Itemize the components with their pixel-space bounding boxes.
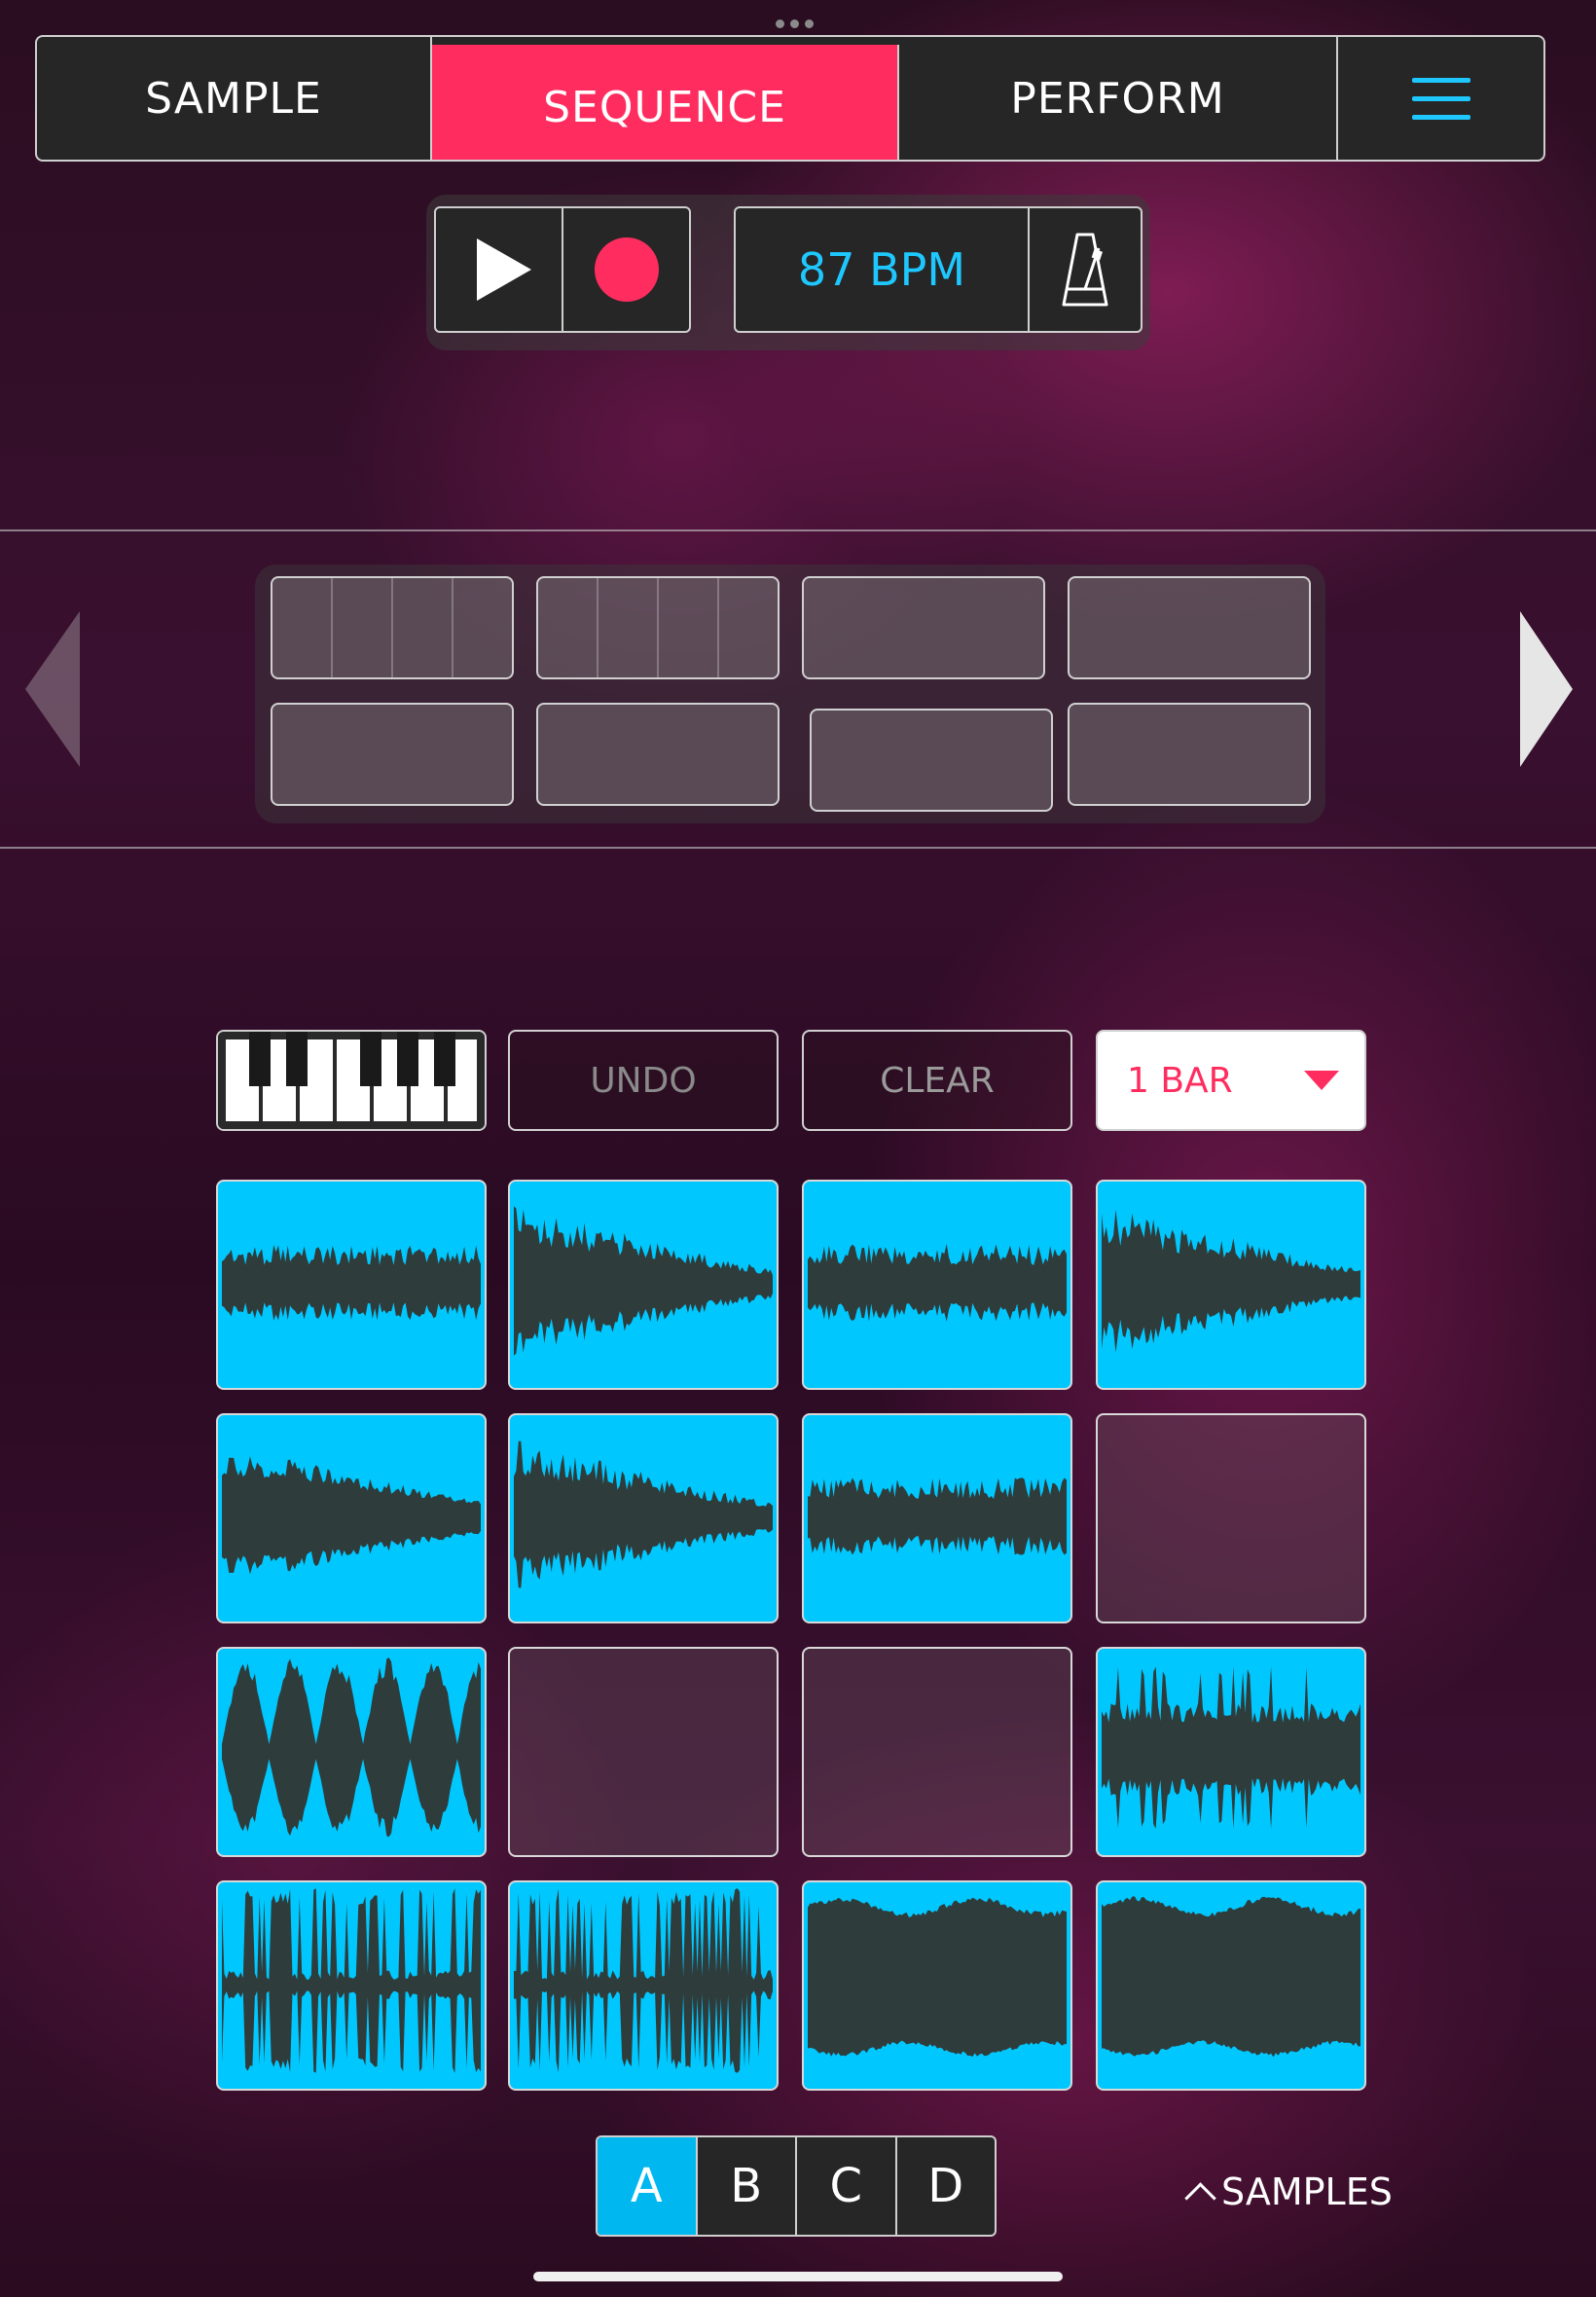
tab-sample[interactable]: SAMPLE: [37, 37, 432, 160]
pattern-slot-4[interactable]: [1068, 576, 1311, 679]
pad-4[interactable]: [1096, 1180, 1366, 1390]
tempo-controls: 87 BPM: [734, 206, 1143, 333]
pad-12[interactable]: [1096, 1647, 1366, 1857]
pad-3[interactable]: [802, 1180, 1072, 1390]
waveform-icon: [222, 1888, 481, 2073]
pattern-slot-5[interactable]: [271, 703, 514, 806]
clear-button[interactable]: CLEAR: [802, 1030, 1072, 1131]
tab-sequence[interactable]: SEQUENCE: [432, 45, 899, 160]
metronome-icon: [1062, 233, 1108, 307]
tab-perform[interactable]: PERFORM: [899, 37, 1338, 160]
bar-length-label: 1 BAR: [1127, 1060, 1233, 1101]
pad-10[interactable]: [508, 1647, 779, 1857]
waveform-icon: [514, 1206, 773, 1356]
hamburger-menu-icon[interactable]: [1338, 37, 1543, 160]
waveform-icon: [1102, 1209, 1360, 1353]
pattern-slot-7[interactable]: [810, 709, 1053, 812]
pad-15[interactable]: [802, 1880, 1072, 2091]
waveform-icon: [808, 1477, 1067, 1555]
bank-b-button[interactable]: B: [695, 2137, 796, 2235]
top-nav: SAMPLE SEQUENCE PERFORM: [35, 35, 1545, 162]
arrow-right-icon[interactable]: [1520, 611, 1573, 767]
pad-6[interactable]: [508, 1413, 779, 1623]
pad-11[interactable]: [802, 1647, 1072, 1857]
divider-bottom: [0, 847, 1596, 849]
pattern-slot-1[interactable]: [271, 576, 514, 679]
pattern-slot-2[interactable]: [536, 576, 780, 679]
waveform-icon: [808, 1897, 1067, 2058]
home-indicator[interactable]: [533, 2272, 1063, 2281]
pattern-slot-6[interactable]: [536, 703, 780, 806]
bar-length-dropdown[interactable]: 1 BAR: [1096, 1030, 1366, 1131]
record-icon: [594, 237, 659, 302]
bank-c-button[interactable]: C: [795, 2137, 895, 2235]
pad-2[interactable]: [508, 1180, 779, 1390]
piano-keyboard-button[interactable]: [216, 1030, 487, 1131]
window-grabber[interactable]: [776, 19, 820, 29]
divider-top: [0, 529, 1596, 531]
piano-keyboard-icon: [218, 1032, 485, 1129]
waveform-icon: [514, 1440, 773, 1588]
play-button[interactable]: [436, 208, 562, 331]
bank-a-button[interactable]: A: [598, 2137, 696, 2235]
triangle-down-icon: [1304, 1071, 1339, 1090]
chevron-up-icon: [1184, 2181, 1216, 2214]
undo-button[interactable]: UNDO: [508, 1030, 779, 1131]
pattern-slot-3[interactable]: [802, 576, 1045, 679]
pad-8[interactable]: [1096, 1413, 1366, 1623]
transport-controls: [434, 206, 691, 333]
metronome-button[interactable]: [1030, 208, 1141, 331]
pad-1[interactable]: [216, 1180, 487, 1390]
waveform-icon: [222, 1456, 481, 1575]
pad-9[interactable]: [216, 1647, 487, 1857]
pad-7[interactable]: [802, 1413, 1072, 1623]
samples-toggle-button[interactable]: SAMPLES: [1184, 2163, 1393, 2221]
waveform-icon: [514, 1888, 773, 2073]
play-icon: [476, 238, 531, 301]
pattern-slot-8[interactable]: [1068, 703, 1311, 806]
waveform-icon: [222, 1245, 481, 1321]
waveform-icon: [1102, 1665, 1360, 1830]
pad-16[interactable]: [1096, 1880, 1366, 2091]
waveform-icon: [1102, 1896, 1360, 2058]
bank-d-button[interactable]: D: [894, 2137, 996, 2235]
waveform-icon: [808, 1244, 1067, 1322]
pad-5[interactable]: [216, 1413, 487, 1623]
bpm-button[interactable]: 87 BPM: [736, 208, 1030, 331]
bank-selector: A B C D: [596, 2135, 997, 2237]
pad-13[interactable]: [216, 1880, 487, 2091]
pad-14[interactable]: [508, 1880, 779, 2091]
waveform-icon: [222, 1658, 481, 1838]
arrow-left-icon[interactable]: [25, 611, 80, 767]
record-button[interactable]: [562, 208, 689, 331]
samples-label: SAMPLES: [1221, 2170, 1393, 2213]
